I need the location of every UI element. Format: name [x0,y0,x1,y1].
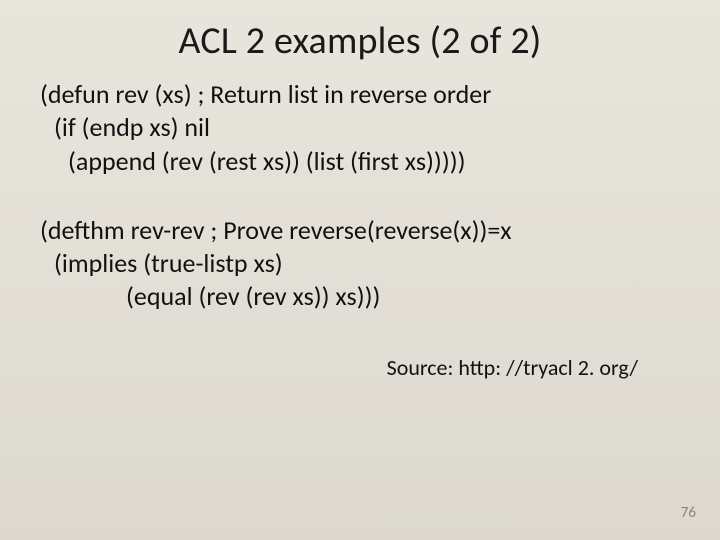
source-line: Source: http: //tryacl 2. org/ [40,350,680,382]
code-line: (defun rev (xs) ; Return list in reverse… [40,78,680,111]
code-line: (append (rev (rest xs)) (list (first xs)… [40,145,680,178]
code-block-defthm: (defthm rev-rev ; Prove reverse(reverse(… [40,214,680,314]
code-line: (equal (rev (rev xs)) xs))) [40,280,680,313]
code-line: (defthm rev-rev ; Prove reverse(reverse(… [40,214,680,247]
code-line: (implies (true-listp xs) [40,247,680,280]
code-line: (if (endp xs) nil [40,111,680,144]
code-block-defun: (defun rev (xs) ; Return list in reverse… [40,78,680,178]
slide-body: (defun rev (xs) ; Return list in reverse… [0,78,720,382]
slide: ACL 2 examples (2 of 2) (defun rev (xs) … [0,0,720,540]
page-number: 76 [681,504,696,522]
slide-title: ACL 2 examples (2 of 2) [0,0,720,78]
